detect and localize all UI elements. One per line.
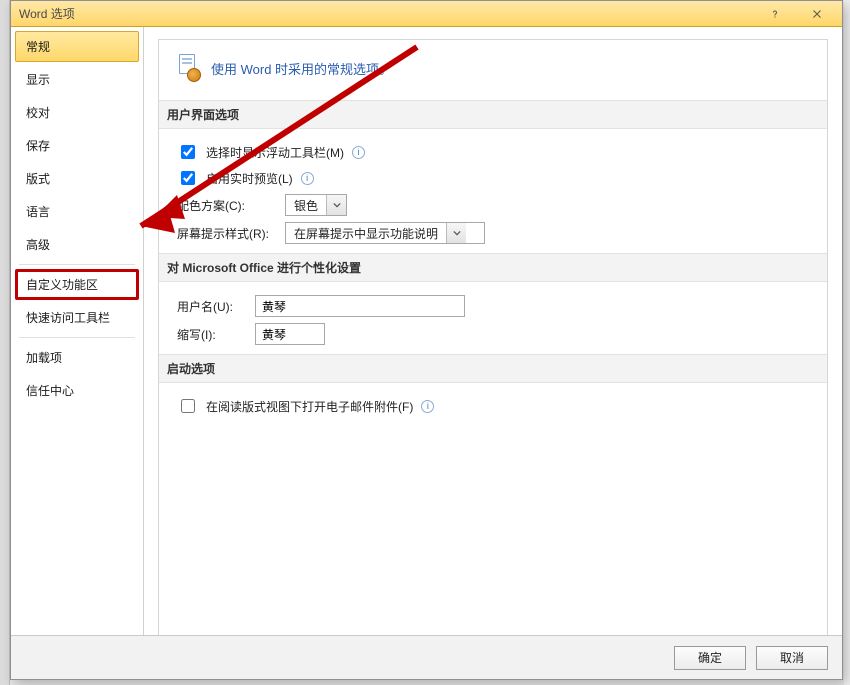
checkbox-live-preview[interactable] [181, 171, 195, 185]
sidebar-item-language[interactable]: 语言 [15, 196, 139, 227]
label-initials: 缩写(I): [177, 326, 247, 343]
sidebar-item-proofing[interactable]: 校对 [15, 97, 139, 128]
chevron-down-icon [326, 195, 346, 215]
cancel-label: 取消 [780, 649, 804, 666]
sidebar-item-label: 保存 [26, 139, 50, 153]
sidebar-item-addins[interactable]: 加载项 [15, 342, 139, 373]
window-title: Word 选项 [19, 5, 754, 22]
sidebar-item-display[interactable]: 显示 [15, 64, 139, 95]
info-icon[interactable]: i [421, 400, 434, 413]
select-value: 在屏幕提示中显示功能说明 [286, 225, 446, 242]
dialog-body: 常规 显示 校对 保存 版式 语言 高级 自定义功能区 快速访问工具栏 加载项 … [11, 27, 842, 635]
select-value: 银色 [286, 197, 326, 214]
close-button[interactable] [796, 4, 838, 24]
label-open-email-reading: 在阅读版式视图下打开电子邮件附件(F) [206, 398, 413, 415]
cancel-button[interactable]: 取消 [756, 646, 828, 670]
checkbox-open-email-reading[interactable] [181, 399, 195, 413]
row-open-email-reading: 在阅读版式视图下打开电子邮件附件(F) i [171, 393, 815, 419]
sidebar-item-layout[interactable]: 版式 [15, 163, 139, 194]
select-screentip-style[interactable]: 在屏幕提示中显示功能说明 [285, 222, 485, 244]
sidebar-item-advanced[interactable]: 高级 [15, 229, 139, 260]
sidebar-item-label: 显示 [26, 73, 50, 87]
app-backdrop-left [0, 0, 10, 685]
content-panel: 使用 Word 时采用的常规选项。 用户界面选项 选择时显示浮动工具栏(M) i… [158, 39, 828, 635]
sidebar-item-customize-ribbon[interactable]: 自定义功能区 [15, 269, 139, 300]
sidebar-item-label: 常规 [26, 40, 50, 54]
help-button[interactable] [754, 4, 796, 24]
sidebar-item-label: 快速访问工具栏 [26, 311, 110, 325]
row-live-preview: 启用实时预览(L) i [171, 165, 815, 191]
label-color-scheme: 配色方案(C): [177, 197, 277, 214]
sidebar-item-label: 校对 [26, 106, 50, 120]
sidebar-item-label: 语言 [26, 205, 50, 219]
section-startup-title: 启动选项 [159, 354, 827, 383]
ok-button[interactable]: 确定 [674, 646, 746, 670]
content-area: 使用 Word 时采用的常规选项。 用户界面选项 选择时显示浮动工具栏(M) i… [144, 27, 842, 635]
label-live-preview: 启用实时预览(L) [206, 170, 293, 187]
sidebar-separator [19, 337, 135, 338]
label-screentip-style: 屏幕提示样式(R): [177, 225, 277, 242]
input-initials[interactable] [255, 323, 325, 345]
dialog-footer: 确定 取消 [11, 635, 842, 679]
select-color-scheme[interactable]: 银色 [285, 194, 347, 216]
close-icon [811, 8, 823, 20]
row-mini-toolbar: 选择时显示浮动工具栏(M) i [171, 139, 815, 165]
label-mini-toolbar: 选择时显示浮动工具栏(M) [206, 144, 344, 161]
sidebar-item-label: 信任中心 [26, 384, 74, 398]
input-username[interactable] [255, 295, 465, 317]
sidebar-item-general[interactable]: 常规 [15, 31, 139, 62]
section-personalize-title: 对 Microsoft Office 进行个性化设置 [159, 253, 827, 282]
sidebar-item-trust-center[interactable]: 信任中心 [15, 375, 139, 406]
page-subtitle: 使用 Word 时采用的常规选项。 [211, 59, 392, 78]
section-ui-title: 用户界面选项 [159, 100, 827, 129]
chevron-down-icon [446, 223, 466, 243]
row-color-scheme: 配色方案(C): 银色 [171, 191, 815, 219]
help-icon [769, 8, 781, 20]
row-initials: 缩写(I): [171, 320, 815, 348]
sidebar-item-label: 加载项 [26, 351, 62, 365]
sidebar-separator [19, 264, 135, 265]
app-backdrop-right [844, 0, 850, 685]
page-hero: 使用 Word 时采用的常规选项。 [171, 50, 815, 94]
sidebar: 常规 显示 校对 保存 版式 语言 高级 自定义功能区 快速访问工具栏 加载项 … [11, 27, 144, 635]
label-username: 用户名(U): [177, 298, 247, 315]
titlebar: Word 选项 [11, 1, 842, 27]
row-screentip-style: 屏幕提示样式(R): 在屏幕提示中显示功能说明 [171, 219, 815, 247]
checkbox-mini-toolbar[interactable] [181, 145, 195, 159]
row-username: 用户名(U): [171, 292, 815, 320]
ok-label: 确定 [698, 649, 722, 666]
sidebar-item-label: 自定义功能区 [26, 278, 98, 292]
sidebar-item-label: 高级 [26, 238, 50, 252]
sidebar-item-save[interactable]: 保存 [15, 130, 139, 161]
word-options-dialog: Word 选项 常规 显示 校对 保存 版式 语言 高级 自定义功能区 快速访问… [10, 0, 843, 680]
info-icon[interactable]: i [301, 172, 314, 185]
sidebar-item-quick-access[interactable]: 快速访问工具栏 [15, 302, 139, 333]
sidebar-item-label: 版式 [26, 172, 50, 186]
general-options-icon [173, 54, 201, 82]
info-icon[interactable]: i [352, 146, 365, 159]
